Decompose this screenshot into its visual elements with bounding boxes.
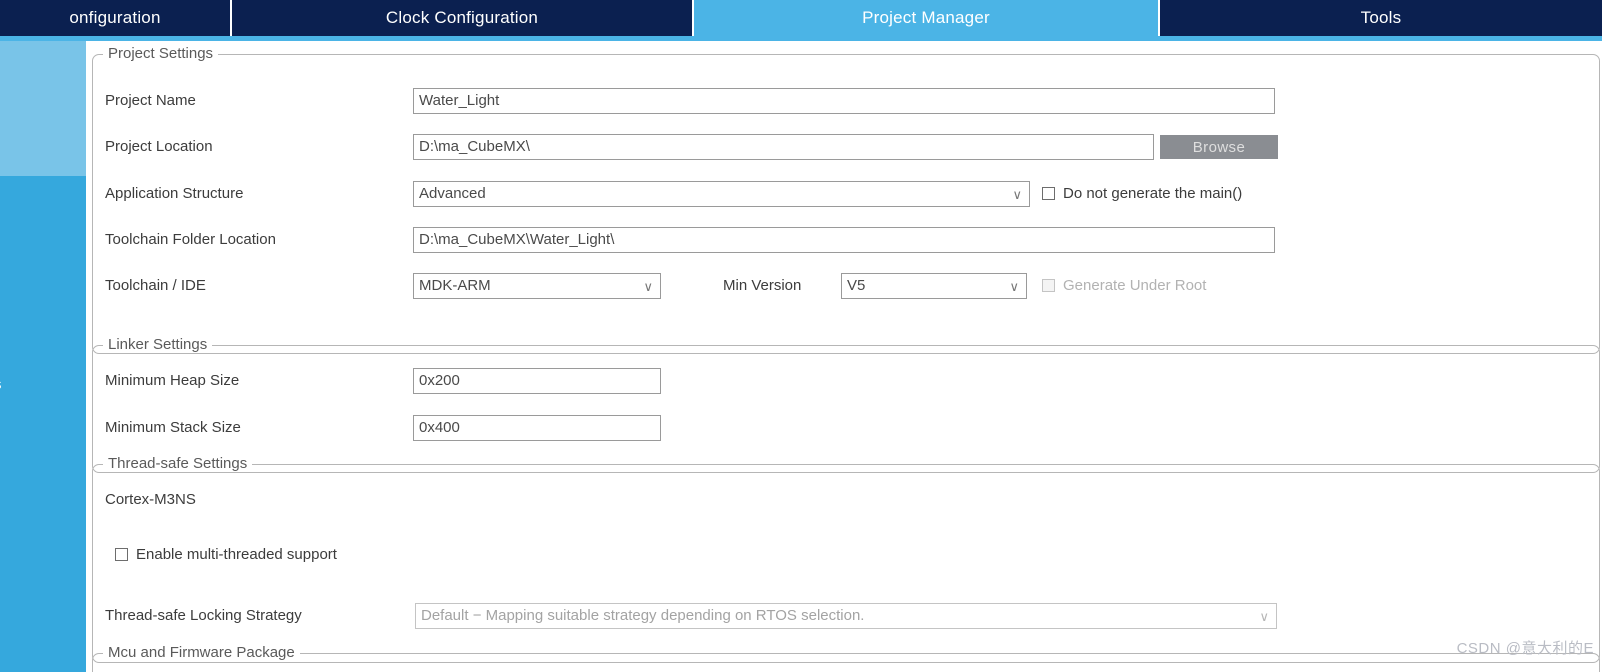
mcu-firmware-package-group: Mcu and Firmware Package (92, 644, 1600, 672)
toolchain-ide-select[interactable]: MDK-ARM ∨ (413, 273, 661, 299)
enable-multithreaded-support-label: Enable multi-threaded support (136, 546, 337, 563)
tab-label: Project Manager (862, 8, 990, 27)
thread-safe-settings-title: Thread-safe Settings (103, 455, 253, 472)
checkbox-box (1042, 279, 1055, 292)
thread-safe-locking-strategy-select[interactable]: Default − Mapping suitable strategy depe… (415, 603, 1277, 629)
sidebar-item-code-generator[interactable] (0, 176, 86, 313)
chevron-down-icon: ∨ (1009, 279, 1019, 294)
chevron-down-icon: ∨ (1012, 187, 1022, 202)
minimum-stack-size-label: Minimum Stack Size (105, 419, 241, 436)
project-settings-title: Project Settings (103, 45, 219, 62)
minimum-heap-size-row: Minimum Heap Size 0x200 (93, 368, 1599, 394)
application-structure-select[interactable]: Advanced ∨ (413, 181, 1030, 207)
tab-tools[interactable]: Tools (1160, 0, 1602, 36)
sidebar-item-project[interactable] (0, 41, 86, 176)
tab-project-manager[interactable]: Project Manager (694, 0, 1160, 36)
project-name-label: Project Name (105, 92, 196, 109)
enable-multithreaded-support-checkbox[interactable]: Enable multi-threaded support (115, 546, 337, 563)
min-version-label: Min Version (723, 277, 802, 294)
project-location-label: Project Location (105, 138, 213, 155)
tab-label: onfiguration (69, 8, 161, 27)
category-sidebar: s (0, 41, 86, 672)
generate-under-root-label: Generate Under Root (1063, 277, 1207, 294)
checkbox-box (115, 548, 128, 561)
project-manager-content: Project Settings Project Name Water_Ligh… (86, 41, 1602, 672)
minimum-heap-size-input[interactable]: 0x200 (413, 368, 661, 394)
main-tab-bar: onfiguration Clock Configuration Project… (0, 0, 1602, 36)
linker-settings-title: Linker Settings (103, 336, 213, 353)
tab-clock-configuration[interactable]: Clock Configuration (232, 0, 694, 36)
thread-safe-locking-strategy-label: Thread-safe Locking Strategy (105, 607, 302, 624)
linker-settings-group: Linker Settings Minimum Heap Size 0x200 … (92, 336, 1600, 473)
chevron-down-icon: ∨ (643, 279, 653, 294)
project-location-input[interactable]: D:\ma_CubeMX\ (413, 134, 1154, 160)
generate-under-root-checkbox[interactable]: Generate Under Root (1042, 277, 1206, 294)
minimum-stack-size-row: Minimum Stack Size 0x400 (93, 415, 1599, 441)
stm32cubemx-project-manager-window: onfiguration Clock Configuration Project… (0, 0, 1602, 672)
csdn-watermark: CSDN @意大利的E (1456, 640, 1594, 657)
minimum-stack-size-input[interactable]: 0x400 (413, 415, 661, 441)
sidebar-item-label: s (0, 376, 2, 393)
thread-safe-locking-strategy-row: Thread-safe Locking Strategy Default − M… (93, 603, 1599, 629)
core-name-label: Cortex-M3NS (105, 491, 196, 508)
tab-label: Clock Configuration (385, 8, 539, 27)
minimum-heap-size-label: Minimum Heap Size (105, 372, 240, 389)
thread-safe-settings-group: Thread-safe Settings Cortex-M3NS Enable … (92, 455, 1600, 663)
min-version-value: V5 (847, 277, 866, 294)
toolchain-folder-location-row: Toolchain Folder Location D:\ma_CubeMX\W… (93, 227, 1599, 253)
min-version-select[interactable]: V5 ∨ (841, 273, 1027, 299)
application-structure-row: Application Structure Advanced ∨ Do not … (93, 181, 1599, 207)
chevron-down-icon: ∨ (1259, 609, 1269, 624)
thread-safe-locking-strategy-value: Default − Mapping suitable strategy depe… (421, 607, 865, 624)
tab-pinout-configuration[interactable]: onfiguration (0, 0, 232, 36)
application-structure-label: Application Structure (105, 185, 244, 202)
toolchain-folder-location-input[interactable]: D:\ma_CubeMX\Water_Light\ (413, 227, 1275, 253)
toolchain-ide-label: Toolchain / IDE (105, 277, 206, 294)
application-structure-value: Advanced (419, 185, 486, 202)
browse-button[interactable]: Browse (1160, 135, 1278, 159)
project-settings-group: Project Settings Project Name Water_Ligh… (92, 45, 1600, 354)
mcu-firmware-package-title: Mcu and Firmware Package (103, 644, 300, 661)
toolchain-ide-row: Toolchain / IDE MDK-ARM ∨ Min Version V5… (93, 273, 1599, 299)
do-not-generate-main-label: Do not generate the main() (1063, 185, 1243, 202)
do-not-generate-main-checkbox[interactable]: Do not generate the main() (1042, 185, 1242, 202)
sidebar-item-advanced-settings[interactable]: s (0, 313, 86, 455)
tab-label: Tools (1360, 8, 1402, 27)
sidebar-item-extra[interactable] (0, 455, 86, 672)
project-location-row: Project Location D:\ma_CubeMX\ Browse (93, 134, 1599, 160)
toolchain-folder-location-label: Toolchain Folder Location (105, 231, 276, 248)
checkbox-box (1042, 187, 1055, 200)
toolchain-ide-value: MDK-ARM (419, 277, 491, 294)
project-name-row: Project Name Water_Light (93, 88, 1599, 114)
project-name-input[interactable]: Water_Light (413, 88, 1275, 114)
